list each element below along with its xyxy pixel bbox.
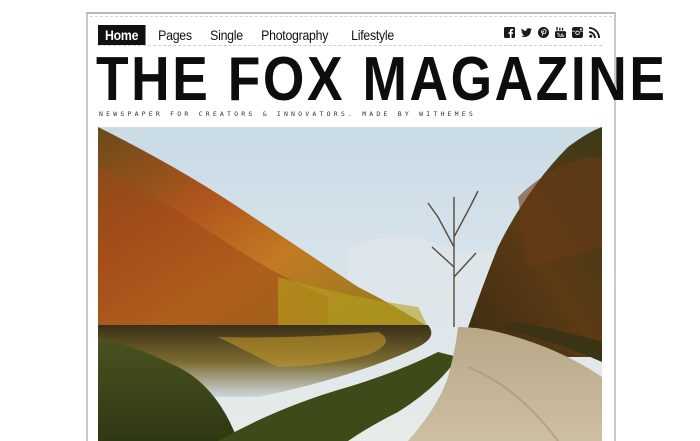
youtube-icon[interactable] bbox=[555, 27, 566, 38]
nav-item-photography[interactable]: Photography bbox=[255, 25, 334, 45]
nav-item-lifestyle[interactable]: Lifestyle bbox=[345, 25, 400, 45]
site-tagline: NEWSPAPER FOR CREATORS & INNOVATORS. MAD… bbox=[99, 110, 477, 118]
nav-item-single[interactable]: Single bbox=[204, 25, 249, 45]
twitter-icon[interactable] bbox=[521, 27, 532, 38]
hero-image[interactable] bbox=[98, 127, 602, 441]
site-title[interactable]: THE FOX MAGAZINE bbox=[96, 48, 665, 112]
rss-icon[interactable] bbox=[589, 27, 600, 38]
nav-item-home[interactable]: Home bbox=[98, 25, 146, 45]
instagram-icon[interactable] bbox=[572, 27, 583, 38]
nav-item-pages[interactable]: Pages bbox=[152, 25, 198, 45]
social-links bbox=[504, 27, 600, 38]
facebook-icon[interactable] bbox=[504, 27, 515, 38]
main-navigation: Home Pages Single Photography Lifestyle bbox=[98, 24, 408, 46]
pinterest-icon[interactable] bbox=[538, 27, 549, 38]
autumn-valley-photo bbox=[98, 127, 602, 441]
